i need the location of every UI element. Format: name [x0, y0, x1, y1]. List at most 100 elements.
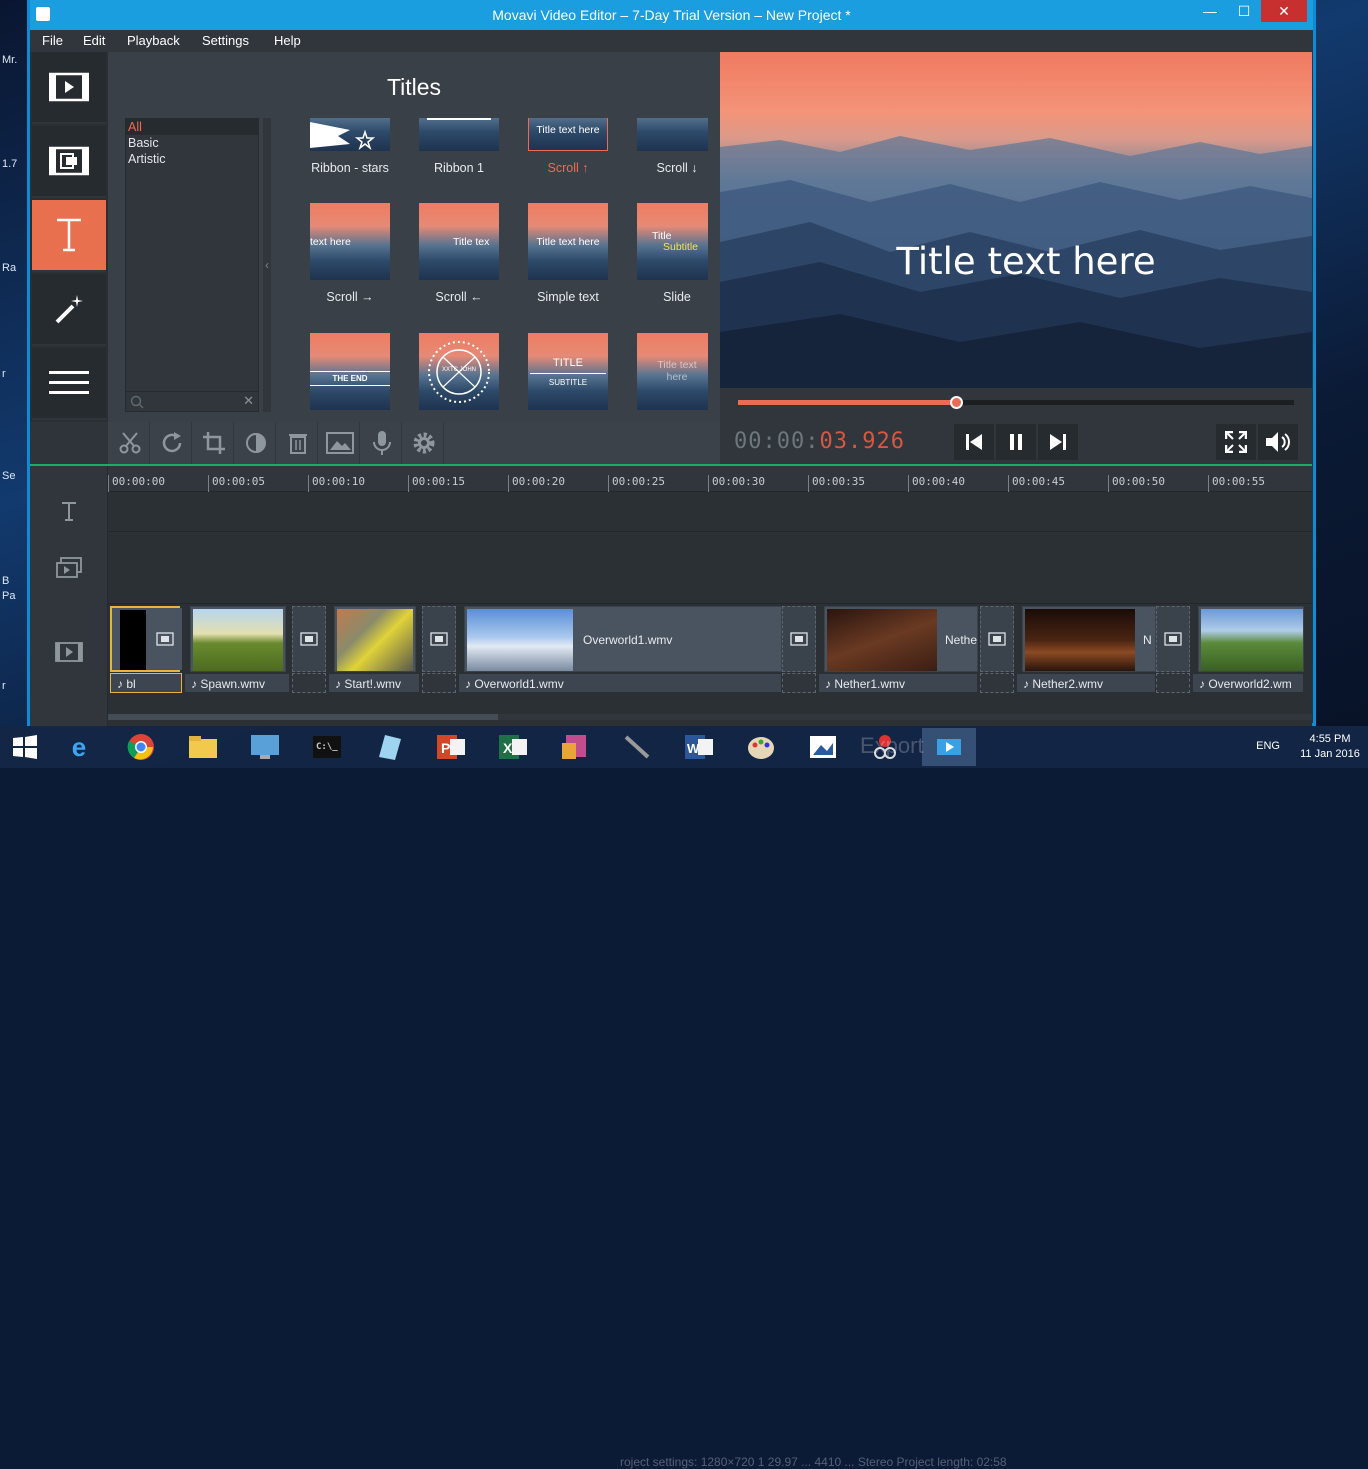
desktop-label[interactable]: Ra	[2, 262, 16, 274]
insert-image-button[interactable]	[320, 422, 360, 464]
title-thumb-the-end[interactable]: THE END	[309, 333, 391, 410]
video-preview[interactable]: Title text here	[720, 52, 1312, 388]
desktop-label[interactable]: 1.7	[2, 158, 17, 170]
title-thumb-scroll-down[interactable]: Scroll ↓	[636, 118, 708, 175]
collapse-panel-handle[interactable]: ‹	[263, 118, 271, 412]
title-thumb-ribbon-stars[interactable]: Ribbon - stars	[309, 118, 391, 175]
title-track[interactable]	[108, 492, 1312, 532]
volume-button[interactable]	[1258, 424, 1298, 460]
overlay-track[interactable]	[108, 532, 1312, 604]
control-panel-icon[interactable]	[248, 731, 282, 763]
minimize-button[interactable]: —	[1193, 0, 1227, 22]
previous-button[interactable]	[954, 424, 994, 460]
menu-help[interactable]: Help	[274, 33, 301, 48]
sidebar-filters-button[interactable]	[32, 126, 106, 198]
command-prompt-icon[interactable]: C:\_	[310, 731, 344, 763]
record-voice-button[interactable]	[362, 422, 402, 464]
cut-button[interactable]	[110, 422, 150, 464]
time-ruler[interactable]: 00:00:00 00:00:05 00:00:10 00:00:15 00:0…	[108, 466, 1312, 492]
clip-overworld2[interactable]	[1198, 606, 1304, 672]
clock[interactable]: 4:55 PM 11 Jan 2016	[1300, 732, 1360, 762]
clip-nether2[interactable]: N	[1022, 606, 1156, 672]
scrub-handle[interactable]	[949, 396, 963, 409]
transition-marker[interactable]	[980, 606, 1014, 672]
transition-marker[interactable]	[782, 606, 816, 672]
language-indicator[interactable]: ENG	[1256, 740, 1280, 752]
video-track-header[interactable]	[52, 640, 86, 664]
desktop-label[interactable]: r	[2, 680, 6, 692]
start-button[interactable]	[8, 731, 42, 763]
desktop-label[interactable]: Se	[2, 470, 15, 482]
photo-app-icon[interactable]	[558, 731, 592, 763]
close-button[interactable]: ✕	[1261, 0, 1307, 22]
next-button[interactable]	[1038, 424, 1078, 460]
crop-button[interactable]	[194, 422, 234, 464]
fullscreen-button[interactable]	[1216, 424, 1256, 460]
color-adjust-button[interactable]	[236, 422, 276, 464]
title-thumb-scroll-right[interactable]: text here Scroll →	[309, 203, 391, 304]
sidebar-titles-button[interactable]	[32, 200, 106, 272]
clip-settings-button[interactable]	[404, 422, 444, 464]
title-thumb-slide[interactable]: Title Subtitle Slide	[636, 203, 708, 304]
paint-icon[interactable]	[744, 731, 778, 763]
transition-marker[interactable]	[422, 606, 456, 672]
powerpoint-icon[interactable]: P	[434, 731, 468, 763]
chrome-icon[interactable]	[124, 731, 158, 763]
clip-nether1[interactable]: Nethe	[824, 606, 978, 672]
internet-explorer-icon[interactable]: e	[62, 731, 96, 763]
desktop-label[interactable]: Pa	[2, 590, 15, 602]
preview-title-text[interactable]: Title text here	[720, 240, 1312, 283]
rotate-button[interactable]	[152, 422, 192, 464]
word-icon[interactable]: W	[682, 731, 716, 763]
file-explorer-icon[interactable]	[186, 731, 220, 763]
tools-icon[interactable]	[620, 731, 654, 763]
audio-strip[interactable]: ♪ Overworld1.wmv	[458, 673, 782, 693]
menu-edit[interactable]: Edit	[83, 33, 105, 48]
overlay-track-header[interactable]	[52, 556, 86, 580]
category-all[interactable]: All	[126, 119, 258, 135]
pause-button[interactable]	[996, 424, 1036, 460]
notes-icon[interactable]	[372, 731, 406, 763]
category-basic[interactable]: Basic	[126, 135, 258, 151]
category-artistic[interactable]: Artistic	[126, 151, 258, 167]
desktop-label[interactable]: r	[2, 368, 6, 380]
title-thumb-title-subtitle[interactable]: TITLE SUBTITLE	[527, 333, 609, 410]
title-thumb-scroll-up[interactable]: Title text here Scroll ↑	[527, 118, 609, 175]
title-thumb-emblem[interactable]: XXTC JOHN	[418, 333, 500, 410]
title-thumb-ribbon-1[interactable]: Ribbon 1	[418, 118, 500, 175]
excel-icon[interactable]: X	[496, 731, 530, 763]
scrub-track[interactable]	[738, 396, 1294, 409]
title-thumb-simple-text[interactable]: Title text here Simple text	[527, 203, 609, 304]
menu-settings[interactable]: Settings	[202, 33, 249, 48]
audio-strip[interactable]: ♪ Overworld2.wm	[1192, 673, 1304, 693]
image-viewer-icon[interactable]	[806, 731, 840, 763]
title-track-header[interactable]	[52, 499, 86, 523]
title-thumb-fade-text[interactable]: Title text here	[636, 333, 708, 410]
audio-strip[interactable]: ♪ bl	[110, 673, 182, 693]
transition-marker[interactable]	[292, 606, 326, 672]
maximize-button[interactable]: ☐	[1227, 0, 1261, 22]
transition-marker[interactable]	[148, 608, 182, 670]
audio-strip[interactable]: ♪ Nether2.wmv	[1016, 673, 1156, 693]
clip-start[interactable]	[334, 606, 416, 672]
audio-strip[interactable]: ♪ Start!.wmv	[328, 673, 420, 693]
audio-strip[interactable]: ♪ Nether1.wmv	[818, 673, 978, 693]
clear-search-icon[interactable]: ✕	[243, 393, 254, 409]
sidebar-import-button[interactable]	[32, 52, 106, 124]
clip-spawn[interactable]	[190, 606, 286, 672]
title-bar[interactable]: Movavi Video Editor – 7-Day Trial Versio…	[30, 0, 1313, 30]
sidebar-more-button[interactable]	[32, 348, 106, 420]
category-search-input[interactable]: ✕	[126, 391, 258, 411]
title-thumb-scroll-left[interactable]: Title tex Scroll ←	[418, 203, 500, 304]
desktop-label[interactable]: B	[2, 575, 9, 587]
audio-strip[interactable]: ♪ Spawn.wmv	[184, 673, 290, 693]
clip-overworld1[interactable]: Overworld1.wmv	[464, 606, 782, 672]
scrollbar-thumb[interactable]	[108, 714, 498, 720]
sidebar-effects-button[interactable]	[32, 274, 106, 346]
delete-button[interactable]	[278, 422, 318, 464]
menu-playback[interactable]: Playback	[127, 33, 180, 48]
transition-marker[interactable]	[1156, 606, 1190, 672]
menu-file[interactable]: File	[42, 33, 63, 48]
desktop-label[interactable]: Mr.	[2, 54, 17, 66]
timeline-scrollbar[interactable]	[108, 714, 1312, 720]
